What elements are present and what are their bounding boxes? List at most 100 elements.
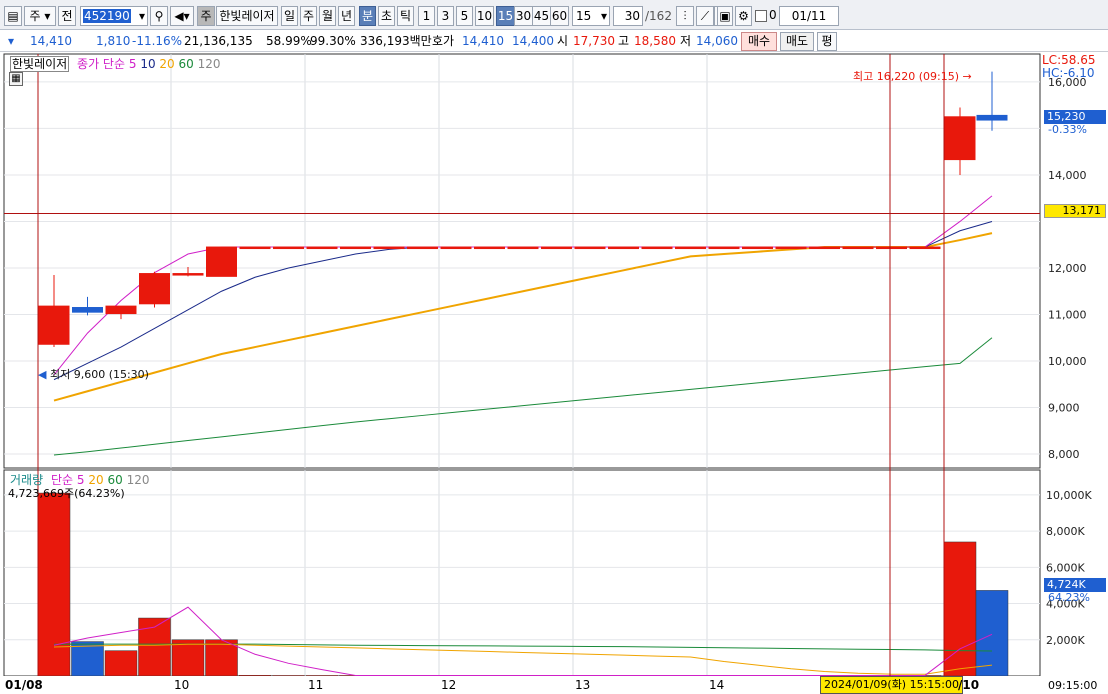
x-tick: 11: [308, 678, 324, 692]
gear-icon[interactable]: ⚙: [735, 6, 752, 26]
tab-tick[interactable]: 틱: [397, 6, 414, 26]
volume-bar: [943, 541, 977, 676]
stock-code-value: 452190: [83, 9, 131, 23]
candle-body: [507, 246, 539, 250]
candle-body: [775, 246, 807, 250]
minute-30-button[interactable]: 30: [514, 6, 533, 26]
search-icon[interactable]: ⚲: [150, 6, 168, 26]
candle-body: [340, 246, 371, 250]
checkbox[interactable]: [755, 10, 767, 22]
sound-icon[interactable]: ◀▾: [170, 6, 194, 26]
quote-open-label: 시: [557, 34, 569, 48]
minute-10-button[interactable]: 10: [475, 6, 494, 26]
high-note-text: 최고 16,220 (09:15): [853, 70, 960, 83]
price-ma-label: 종가 단순: [77, 57, 126, 71]
candle-body: [105, 305, 137, 315]
sell-button[interactable]: 매도: [780, 32, 814, 51]
y-tick-label: 12,000: [1048, 262, 1087, 275]
candle-body: [306, 246, 338, 250]
period-value: 주: [29, 9, 41, 23]
minute-5-button[interactable]: 5: [456, 6, 473, 26]
prev-button[interactable]: 전: [58, 6, 76, 26]
minute-60-button[interactable]: 60: [550, 6, 569, 26]
minute-3-button[interactable]: 3: [437, 6, 454, 26]
interval-select[interactable]: 15 ▾: [572, 6, 610, 26]
candle-body: [708, 246, 740, 250]
save-icon[interactable]: ▣: [717, 6, 733, 26]
ma120-legend: 120: [197, 57, 221, 71]
minute-45-button[interactable]: 45: [532, 6, 551, 26]
avg-button[interactable]: 평: [817, 32, 837, 51]
tab-minute[interactable]: 분: [359, 6, 376, 26]
candle-body: [273, 246, 304, 250]
candle-body: [206, 246, 237, 277]
quote-low: 14,060: [696, 34, 738, 48]
quote-price-change-icon: ▾: [8, 34, 15, 48]
x-tick: 14: [709, 678, 725, 692]
arrow-right-icon: →: [962, 70, 972, 83]
ma60-legend: 60: [178, 57, 194, 71]
volume-bar: [205, 639, 238, 676]
candle-icon[interactable]: ⫶: [676, 6, 694, 26]
minute-1-button[interactable]: 1: [418, 6, 435, 26]
arrow-left-icon: ◀: [38, 368, 47, 381]
buy-button[interactable]: 매수: [741, 32, 777, 51]
stock-tag: 주: [197, 6, 215, 26]
count-total: /162: [645, 9, 672, 23]
minute-15-button[interactable]: 15: [496, 6, 515, 26]
quote-volume: 21,136,135: [184, 34, 253, 48]
quote-bar: ▾ 14,410 1,810 -11.16% 21,136,135 58.99%…: [0, 30, 1108, 52]
candle-body: [239, 246, 271, 250]
volume-y-tick-label: 10,000K: [1046, 489, 1092, 502]
volume-info: 4,723,669주(64.23%): [8, 487, 125, 500]
crosshair-time: 2024/01/09(화) 15:15:00: [820, 676, 964, 694]
low-note: ◀ 최저 9,600 (15:30): [38, 366, 149, 382]
hc-label: HC:-6.10: [1042, 66, 1095, 80]
candle-body: [675, 246, 706, 250]
candle-body: [608, 246, 639, 250]
stock-name: 한빛레이저: [216, 6, 278, 26]
tab-second[interactable]: 초: [378, 6, 395, 26]
candle-body: [742, 246, 773, 250]
chart-menu-icon[interactable]: ▤: [4, 6, 22, 26]
volume-bar: [975, 590, 1009, 676]
candle-body: [373, 246, 405, 250]
tab-month[interactable]: 월: [319, 6, 336, 26]
tab-day[interactable]: 일: [281, 6, 298, 26]
candle-body: [407, 246, 438, 250]
price-panel-stock-name: 한빛레이저: [10, 56, 70, 72]
quote-price: 14,410: [30, 34, 72, 48]
count-input[interactable]: 30: [613, 6, 643, 26]
y-tick-label: 9,000: [1048, 402, 1080, 415]
chevron-down-icon[interactable]: ▾: [601, 7, 609, 25]
candle-body: [876, 246, 907, 250]
quote-change: 1,810: [96, 34, 131, 48]
candle-body: [474, 246, 505, 250]
period-select[interactable]: 주 ▾: [24, 6, 56, 26]
volume-y-tick-label: 2,000K: [1046, 634, 1085, 647]
date-input[interactable]: 01/11: [779, 6, 839, 26]
candle-body: [842, 246, 874, 250]
quote-open: 17,730: [573, 34, 615, 48]
stock-code-input[interactable]: 452190 ▾: [80, 6, 148, 26]
toolbar: ▤ 주 ▾ 전 452190 ▾ ⚲ ◀▾ 주 한빛레이저 일 주 월 년 분 초…: [0, 0, 1108, 30]
tab-year[interactable]: 년: [338, 6, 355, 26]
x-tick: 10: [174, 678, 190, 692]
candle-body: [641, 246, 673, 250]
last-volume-tag: 4,724K: [1044, 578, 1106, 592]
quote-ratio1: 58.99%: [266, 34, 312, 48]
quote-high: 18,580: [634, 34, 676, 48]
draw-icon[interactable]: ⟋: [696, 6, 714, 26]
candle-body: [72, 307, 103, 313]
candle-body: [38, 305, 70, 345]
table-icon[interactable]: ▦: [9, 72, 23, 86]
checkbox-label: 0: [769, 8, 777, 22]
x-tick: 13: [575, 678, 591, 692]
chevron-down-icon[interactable]: ▾: [139, 7, 147, 25]
tab-week[interactable]: 주: [300, 6, 317, 26]
quote-bid1: 14,410: [462, 34, 504, 48]
y-tick-label: 14,000: [1048, 169, 1087, 182]
x-axis: 01/08 10 11 12 13 14 2024/01/09(화) 15:15…: [0, 676, 1108, 694]
y-tick-label: 8,000: [1048, 448, 1080, 461]
chart-canvas[interactable]: 16,00014,00012,00011,00010,0009,0008,000…: [0, 52, 1108, 676]
